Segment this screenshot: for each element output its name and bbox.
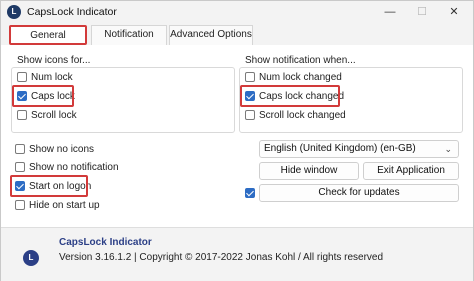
chevron-down-icon: ⌄ xyxy=(444,144,452,154)
checkbox-box[interactable] xyxy=(245,188,255,198)
exit-application-button[interactable]: Exit Application xyxy=(363,162,459,180)
window-title: CapsLock Indicator xyxy=(27,6,117,18)
checkbox-label: Scroll lock changed xyxy=(259,109,346,121)
checkbox-box[interactable] xyxy=(15,200,25,210)
checkbox-label: Show no notification xyxy=(29,161,119,173)
checkbox-box[interactable] xyxy=(15,162,25,172)
checkbox-box[interactable] xyxy=(15,144,25,154)
title-bar[interactable]: L CapsLock Indicator — ☐ ✕ xyxy=(1,1,473,23)
checkbox-label: Scroll lock xyxy=(31,109,77,121)
footer-app-title: CapsLock Indicator xyxy=(59,237,152,248)
checkbox-label: Show no icons xyxy=(29,143,95,155)
checkbox-box[interactable] xyxy=(245,110,255,120)
checkbox-box[interactable] xyxy=(17,110,27,120)
language-select-value: English (United Kingdom) (en-GB) xyxy=(264,143,416,154)
app-logo-icon: L xyxy=(7,5,21,19)
maximize-icon[interactable]: ☐ xyxy=(407,2,437,22)
show-no-notification-checkbox[interactable]: Show no notification xyxy=(15,160,119,174)
app-logo-icon: L xyxy=(23,250,39,266)
scroll-lock-icon-checkbox[interactable]: Scroll lock xyxy=(17,108,77,122)
scroll-lock-changed-checkbox[interactable]: Scroll lock changed xyxy=(245,108,346,122)
version-copyright-text: Version 3.16.1.2 | Copyright © 2017-2022… xyxy=(59,252,384,263)
tab-advanced-options[interactable]: Advanced Options xyxy=(169,25,253,45)
check-updates-checkbox[interactable] xyxy=(245,186,259,200)
caps-lock-highlight xyxy=(12,85,74,107)
num-lock-icon-checkbox[interactable]: Num lock xyxy=(17,70,73,84)
checkbox-box[interactable] xyxy=(17,72,27,82)
close-icon[interactable]: ✕ xyxy=(439,2,469,22)
show-no-icons-checkbox[interactable]: Show no icons xyxy=(15,142,94,156)
show-icons-group-title: Show icons for... xyxy=(17,55,91,66)
num-lock-changed-checkbox[interactable]: Num lock changed xyxy=(245,70,342,84)
tab-strip: General Notification Advanced Options xyxy=(1,23,473,45)
start-on-logon-highlight xyxy=(10,175,88,197)
checkbox-box[interactable] xyxy=(245,72,255,82)
tab-general[interactable]: General xyxy=(9,25,87,45)
hide-on-start-up-checkbox[interactable]: Hide on start up xyxy=(15,198,100,212)
language-select[interactable]: English (United Kingdom) (en-GB) ⌄ xyxy=(259,140,459,158)
checkbox-label: Hide on start up xyxy=(29,199,100,211)
checkbox-label: Num lock changed xyxy=(259,71,342,83)
capslock-indicator-window: L CapsLock Indicator — ☐ ✕ General Notif… xyxy=(0,0,474,281)
tab-notification[interactable]: Notification xyxy=(91,25,167,45)
hide-window-button[interactable]: Hide window xyxy=(259,162,359,180)
caps-lock-changed-highlight xyxy=(240,85,340,107)
minimize-icon[interactable]: — xyxy=(375,2,405,22)
show-notification-group-title: Show notification when... xyxy=(245,55,356,66)
about-footer: L CapsLock Indicator Version 3.16.1.2 | … xyxy=(1,227,473,281)
check-for-updates-button[interactable]: Check for updates xyxy=(259,184,459,202)
checkbox-label: Num lock xyxy=(31,71,73,83)
